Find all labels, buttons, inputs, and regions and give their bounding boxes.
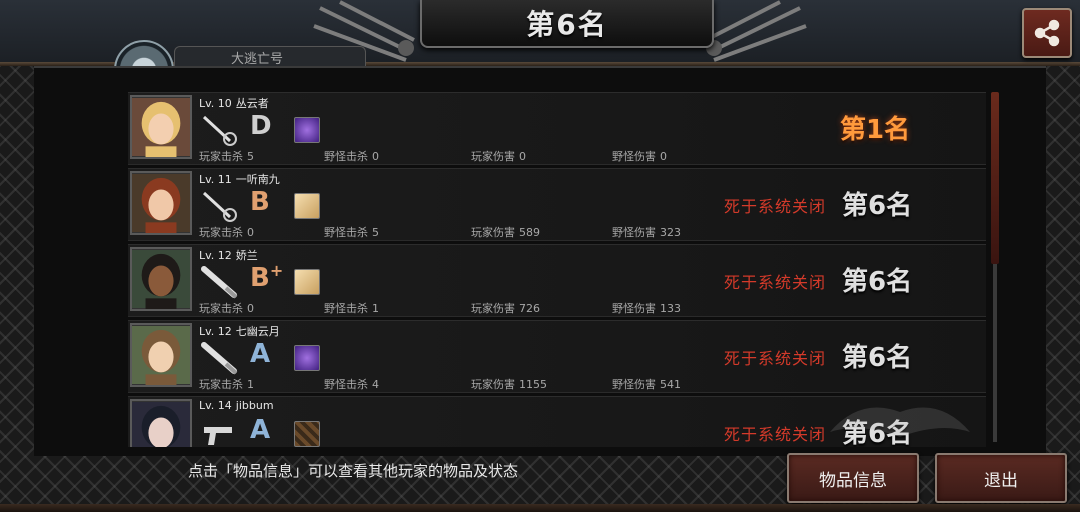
crossed-guns-right-icon: [705, 0, 807, 62]
avatar[interactable]: [130, 171, 192, 235]
player-name: Lv. 12 娇兰: [199, 247, 258, 263]
player-name: Lv. 12 七幽云月: [199, 323, 280, 339]
player-level: Lv. 14: [199, 399, 232, 412]
player-level: Lv. 10: [199, 97, 232, 110]
player-name: Lv. 11 一听南九: [199, 171, 280, 187]
player-row[interactable]: Lv. 12 七幽云月 A 玩家击杀 1 野怪击杀 4 玩家伤害 1155 野怪伤害 54…: [128, 320, 986, 393]
grade-badge: B+: [250, 261, 284, 293]
stat-player-kills: 玩家击杀 1: [199, 378, 254, 391]
grade-letter: A: [250, 415, 271, 445]
purple-item-icon[interactable]: [294, 117, 320, 143]
stat-player-damage: 玩家伤害 726: [471, 302, 540, 315]
share-button[interactable]: [1022, 8, 1072, 58]
player-nickname: 娇兰: [235, 249, 258, 262]
stat-monster-damage: 野怪伤害 323: [612, 226, 681, 239]
bottom-rail: [0, 504, 1080, 512]
avatar[interactable]: [130, 323, 192, 387]
death-reason: 死于系统关闭: [724, 273, 827, 292]
stat-monster-kills: 野怪击杀 0: [324, 150, 379, 163]
stat-monster-damage: 野怪伤害 133: [612, 302, 681, 315]
avatar[interactable]: [130, 247, 192, 311]
page-title: 第6名: [526, 8, 608, 41]
stat-monster-kills: 野怪击杀 4: [324, 378, 379, 391]
grade-badge: B: [250, 187, 270, 217]
emblem-watermark-icon: [830, 407, 970, 437]
player-level: Lv. 12: [199, 249, 232, 262]
stat-monster-damage: 野怪伤害 541: [612, 378, 681, 391]
death-reason: 死于系统关闭: [724, 425, 827, 444]
player-nickname: 一听南九: [235, 173, 280, 186]
rank-label: 第6名: [842, 191, 913, 221]
sword-icon: [200, 113, 240, 147]
bat-icon: [200, 265, 240, 299]
player-row[interactable]: Lv. 11 一听南九 B 玩家击杀 0 野怪击杀 5 玩家伤害 589 野怪伤害 323…: [128, 168, 986, 241]
stat-player-damage: 玩家伤害 1155: [471, 378, 547, 391]
grade-letter: D: [250, 111, 272, 141]
player-nickname: 丛云者: [235, 97, 269, 110]
stat-monster-kills: 野怪击杀 1: [324, 302, 379, 315]
share-icon: [1034, 19, 1060, 47]
player-nickname: 七幽云月: [235, 325, 280, 338]
brown-item-icon[interactable]: [294, 421, 320, 447]
stat-monster-damage: 野怪伤害 0: [612, 150, 667, 163]
stat-player-kills: 玩家击杀 0: [199, 226, 254, 239]
grade-badge: D: [250, 111, 272, 141]
death-reason: 死于系统关闭: [724, 349, 827, 368]
item-info-button[interactable]: 物品信息: [787, 453, 919, 503]
grade-badge: A: [250, 415, 270, 445]
avatar[interactable]: [130, 399, 192, 447]
pistol-icon: [200, 417, 240, 447]
grade-letter: A: [250, 339, 271, 369]
player-level: Lv. 11: [199, 173, 232, 186]
avatar[interactable]: [130, 95, 192, 159]
bat-icon: [200, 341, 240, 375]
player-row[interactable]: Lv. 10 丛云者 D 玩家击杀 5 野怪击杀 0 玩家伤害 0 野怪伤害 0 第1名: [128, 92, 986, 165]
grade-letter: B: [250, 263, 270, 293]
exit-button[interactable]: 退出: [935, 453, 1067, 503]
purple-item-icon[interactable]: [294, 345, 320, 371]
grade-letter: B: [250, 187, 270, 217]
grade-plus: +: [269, 261, 284, 280]
rank-label: 第1名: [840, 115, 911, 145]
player-name: Lv. 10 丛云者: [199, 95, 269, 111]
stat-player-kills: 玩家击杀 0: [199, 302, 254, 315]
grade-badge: A: [250, 339, 270, 369]
stat-player-damage: 玩家伤害 0: [471, 150, 526, 163]
stat-monster-kills: 野怪击杀 5: [324, 226, 379, 239]
gold-item-icon[interactable]: [294, 269, 320, 295]
player-row[interactable]: Lv. 12 娇兰 B+ 玩家击杀 0 野怪击杀 1 玩家伤害 726 野怪伤害 133 …: [128, 244, 986, 317]
stat-player-damage: 玩家伤害 589: [471, 226, 540, 239]
sword-icon: [200, 189, 240, 223]
rank-label: 第6名: [842, 267, 913, 297]
player-level: Lv. 12: [199, 325, 232, 338]
death-reason: 死于系统关闭: [724, 197, 827, 216]
player-name: Lv. 14 jibbum: [199, 399, 274, 412]
stat-player-kills: 玩家击杀 5: [199, 150, 254, 163]
player-nickname: jibbum: [235, 399, 274, 412]
hint-text: 点击「物品信息」可以查看其他玩家的物品及状态: [188, 462, 519, 480]
title-plate: 第6名: [420, 0, 714, 48]
rank-label: 第6名: [842, 343, 913, 373]
gold-item-icon[interactable]: [294, 193, 320, 219]
scrollbar-thumb[interactable]: [991, 92, 999, 264]
